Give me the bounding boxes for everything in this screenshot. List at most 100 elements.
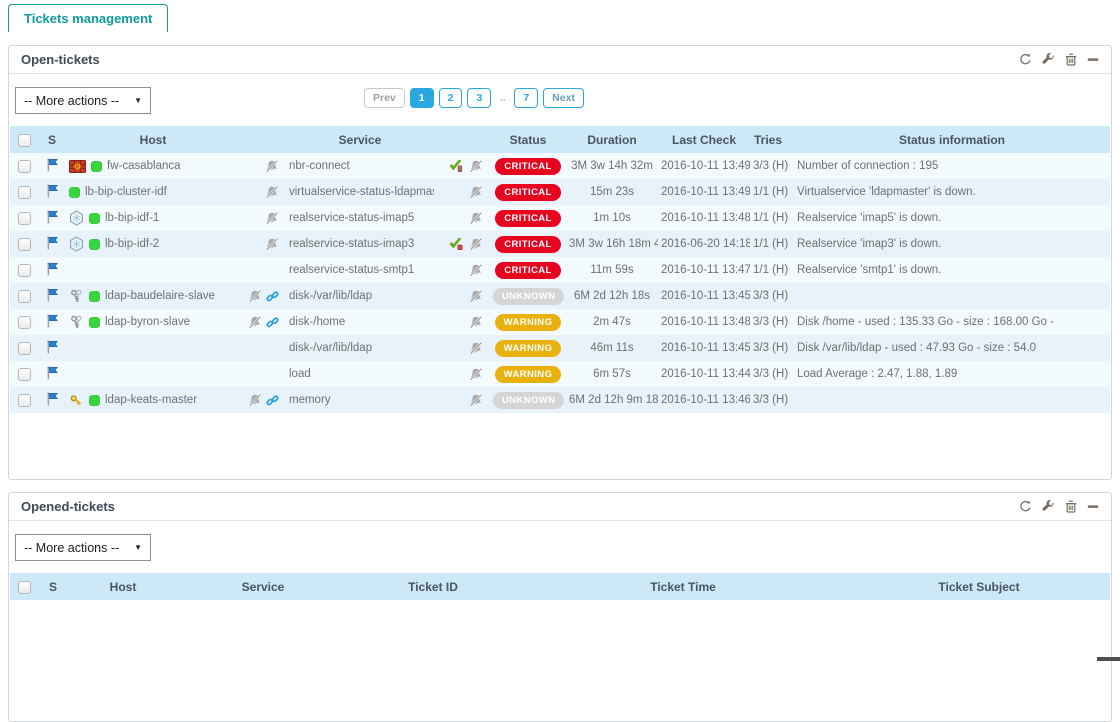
keys-icon: [69, 315, 84, 330]
service-name[interactable]: disk-/var/lib/ldap: [289, 290, 372, 302]
host-up-icon: [89, 291, 100, 302]
duration-value: 3M 3w 14h 32m: [571, 160, 653, 172]
refresh-icon[interactable]: [1019, 500, 1032, 513]
trash-icon[interactable]: [1065, 53, 1077, 66]
opened-tickets-panel: Opened-tickets -- More actions -- ▼ S Ho…: [8, 492, 1112, 722]
pagination-page-1[interactable]: 1: [410, 88, 434, 108]
more-actions-select[interactable]: -- More actions -- ▼: [15, 87, 151, 114]
column-status-information: Status information: [794, 126, 1110, 153]
status-information-value: Load Average : 2.47, 1.88, 1.89: [797, 368, 957, 380]
host-name[interactable]: fw-casablanca: [107, 160, 181, 172]
flag-icon[interactable]: [45, 262, 59, 276]
flag-icon[interactable]: [45, 392, 59, 406]
duration-value: 6M 2d 12h 18s: [574, 290, 650, 302]
row-checkbox[interactable]: [18, 394, 31, 407]
host-name[interactable]: lb-bip-cluster-idf: [85, 186, 167, 198]
host-name[interactable]: lb-bip-idf-1: [105, 212, 159, 224]
service-name[interactable]: memory: [289, 394, 331, 406]
tries-value: 3/3 (H): [753, 394, 788, 406]
row-checkbox[interactable]: [18, 316, 31, 329]
row-checkbox[interactable]: [18, 212, 31, 225]
service-name[interactable]: virtualservice-status-ldapmaster: [289, 186, 434, 198]
status-information-value: Realservice 'smtp1' is down.: [797, 264, 941, 276]
column-host: Host: [68, 573, 178, 600]
notifications-off-icon: [469, 212, 483, 225]
flag-icon[interactable]: [45, 288, 59, 302]
pagination-page-3[interactable]: 3: [467, 88, 491, 108]
notifications-off-icon: [265, 160, 279, 173]
service-name[interactable]: disk-/var/lib/ldap: [289, 342, 372, 354]
horizontal-scrollbar-thumb[interactable]: [1097, 657, 1120, 661]
service-name[interactable]: realservice-status-imap3: [289, 238, 414, 250]
collapse-icon[interactable]: [1087, 500, 1099, 513]
row-checkbox[interactable]: [18, 238, 31, 251]
pagination-next-button[interactable]: Next: [543, 88, 584, 108]
last-check-value: 2016-10-11 13:45:25: [661, 290, 750, 302]
host-name[interactable]: lb-bip-idf-2: [105, 238, 159, 250]
select-all-checkbox[interactable]: [18, 581, 31, 594]
flag-icon[interactable]: [45, 210, 59, 224]
firewall-icon: [69, 160, 86, 173]
wrench-icon[interactable]: [1042, 500, 1055, 513]
link-icon[interactable]: [266, 394, 279, 407]
ticket-row: fw-casablancanbr-connectCRITICAL3M 3w 14…: [10, 153, 1110, 179]
duration-value: 6M 2d 12h 9m 18s: [569, 394, 658, 406]
service-name[interactable]: realservice-status-imap5: [289, 212, 414, 224]
notifications-off-icon: [265, 212, 279, 225]
tries-value: 1/1 (H): [753, 186, 788, 198]
host-name[interactable]: ldap-keats-master: [105, 394, 197, 406]
tries-value: 1/1 (H): [753, 212, 788, 224]
last-check-value: 2016-10-11 13:47:37: [661, 264, 750, 276]
link-icon[interactable]: [266, 316, 279, 329]
pagination-page-2[interactable]: 2: [439, 88, 463, 108]
row-checkbox[interactable]: [18, 264, 31, 277]
flag-icon[interactable]: [45, 340, 59, 354]
pagination-prev-button[interactable]: Prev: [364, 88, 405, 108]
wrench-icon[interactable]: [1042, 53, 1055, 66]
row-checkbox[interactable]: [18, 368, 31, 381]
service-name[interactable]: realservice-status-smtp1: [289, 264, 414, 276]
column-s: S: [38, 126, 66, 153]
row-checkbox[interactable]: [18, 186, 31, 199]
notifications-off-icon: [469, 342, 483, 355]
host-up-icon: [69, 187, 80, 198]
open-tickets-panel: Open-tickets -- More actions -- ▼ Prev 1…: [8, 45, 1112, 480]
more-actions-select[interactable]: -- More actions -- ▼: [15, 534, 151, 561]
ack-icon: [448, 159, 465, 173]
opened-tickets-table: S Host Service Ticket ID Ticket Time Tic…: [10, 573, 1110, 600]
open-tickets-toolbar: -- More actions -- ▼ Prev 1 2 3 .. 7 Nex…: [9, 74, 1111, 126]
flag-icon[interactable]: [45, 184, 59, 198]
collapse-icon[interactable]: [1087, 53, 1099, 66]
service-name[interactable]: load: [289, 368, 311, 380]
flag-icon[interactable]: [45, 366, 59, 380]
pagination-page-7[interactable]: 7: [514, 88, 538, 108]
row-checkbox[interactable]: [18, 290, 31, 303]
row-checkbox[interactable]: [18, 160, 31, 173]
notifications-off-icon: [469, 290, 483, 303]
status-badge: UNKNOWN: [493, 392, 564, 409]
flag-icon[interactable]: [45, 236, 59, 250]
last-check-value: 2016-10-11 13:49:13: [661, 186, 750, 198]
link-icon[interactable]: [266, 290, 279, 303]
flag-icon[interactable]: [45, 314, 59, 328]
refresh-icon[interactable]: [1019, 53, 1032, 66]
column-service: Service: [286, 126, 434, 153]
status-information-value: Virtualservice 'ldapmaster' is down.: [797, 186, 976, 198]
tries-value: 3/3 (H): [753, 290, 788, 302]
service-name[interactable]: nbr-connect: [289, 160, 350, 172]
duration-value: 6m 57s: [593, 368, 631, 380]
tab-tickets-management[interactable]: Tickets management: [8, 4, 168, 32]
flag-icon[interactable]: [45, 158, 59, 172]
trash-icon[interactable]: [1065, 500, 1077, 513]
ack-sticky-icon: [448, 237, 465, 251]
column-status: Status: [490, 126, 566, 153]
key-icon: [69, 393, 84, 408]
select-all-checkbox[interactable]: [18, 134, 31, 147]
host-name[interactable]: ldap-baudelaire-slave: [105, 290, 215, 302]
column-service: Service: [178, 573, 348, 600]
row-checkbox[interactable]: [18, 342, 31, 355]
status-information-value: Realservice 'imap5' is down.: [797, 212, 941, 224]
service-name[interactable]: disk-/home: [289, 316, 345, 328]
caret-down-icon: ▼: [134, 96, 142, 105]
host-name[interactable]: ldap-byron-slave: [105, 316, 190, 328]
